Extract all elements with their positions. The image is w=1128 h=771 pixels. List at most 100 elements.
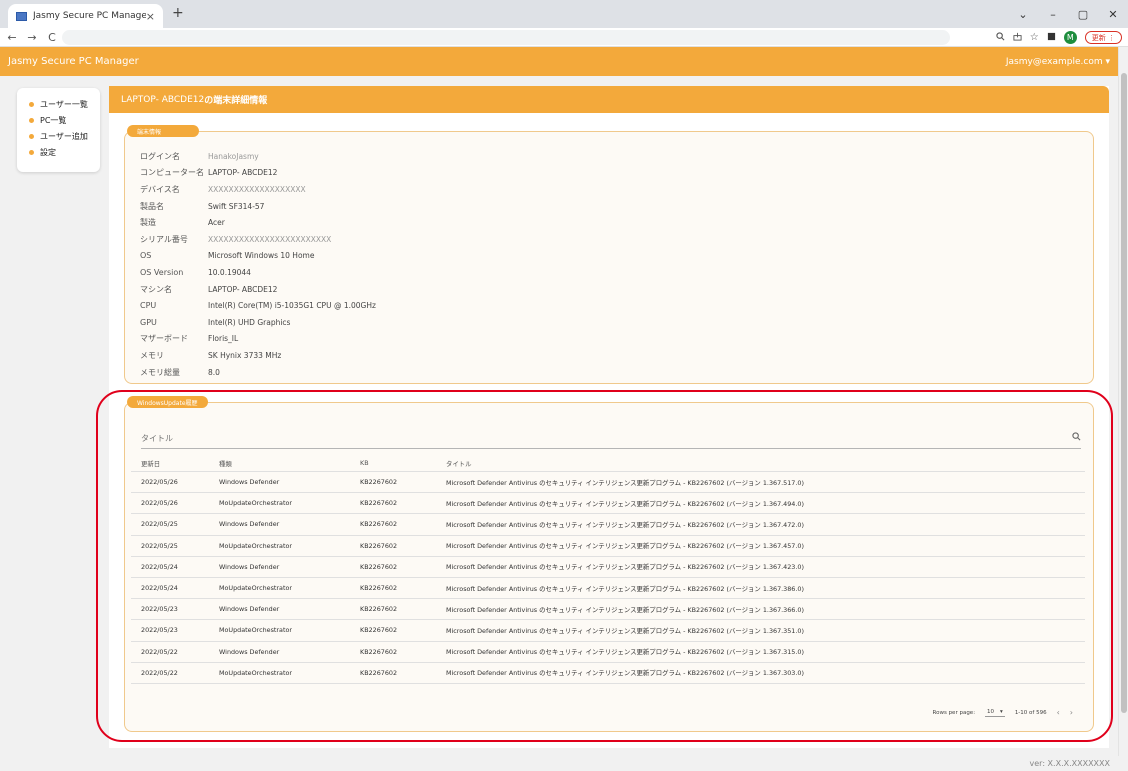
maximize-icon[interactable]: ▢ bbox=[1068, 8, 1098, 21]
table-row: 2022/05/22 MoUpdateOrchestrator KB2267602 M… bbox=[131, 663, 1085, 684]
column-header-type[interactable]: 種類 bbox=[219, 459, 360, 468]
bookmark-star-icon[interactable]: ☆ bbox=[1030, 32, 1039, 43]
address-bar[interactable] bbox=[62, 30, 950, 45]
new-tab-button[interactable]: + bbox=[172, 5, 184, 21]
device-info-list: ログイン名 HanakoJasmy コンピューター名 LAPTOP- ABCDE12… bbox=[140, 148, 376, 380]
chevron-left-icon[interactable]: ‹ bbox=[1057, 708, 1060, 717]
info-row: 製品名 Swift SF314-57 bbox=[140, 198, 376, 215]
info-value: SK Hynix 3733 MHz bbox=[208, 350, 282, 360]
info-value: XXXXXXXXXXXXXXXXXXXXXXXX bbox=[208, 234, 332, 244]
column-header-date[interactable]: 更新日 bbox=[131, 459, 219, 468]
info-key: 製品名 bbox=[140, 201, 164, 211]
user-menu[interactable]: Jasmy@example.com ▾ bbox=[1006, 57, 1110, 67]
back-icon[interactable]: ← bbox=[4, 31, 20, 44]
table-row: 2022/05/25 MoUpdateOrchestrator KB2267602 M… bbox=[131, 536, 1085, 557]
reload-icon[interactable]: C bbox=[44, 31, 60, 44]
column-header-title[interactable]: タイトル bbox=[446, 459, 1085, 468]
sidebar-item-user-list[interactable]: ユーザー一覧 bbox=[29, 96, 100, 112]
info-key: デバイス名 bbox=[140, 184, 180, 194]
cell-date: 2022/05/26 bbox=[141, 499, 178, 508]
info-key: ログイン名 bbox=[140, 151, 180, 161]
cell-kb: KB2267602 bbox=[360, 541, 398, 550]
cell-date: 2022/05/26 bbox=[141, 478, 178, 487]
zoom-icon[interactable] bbox=[996, 31, 1005, 44]
page-scrollbar[interactable] bbox=[1118, 47, 1128, 756]
table-row: 2022/05/26 MoUpdateOrchestrator KB2267602 M… bbox=[131, 493, 1085, 515]
forward-icon[interactable]: → bbox=[24, 31, 40, 44]
search-icon[interactable] bbox=[1072, 432, 1081, 444]
side-panel-icon[interactable] bbox=[1047, 32, 1056, 44]
cell-kb: KB2267602 bbox=[360, 520, 398, 529]
column-header-kb[interactable]: KB bbox=[360, 459, 446, 467]
search-bar bbox=[141, 428, 1081, 449]
info-key: メモリ bbox=[140, 350, 164, 360]
sidebar-item-pc-list[interactable]: PC一覧 bbox=[29, 112, 100, 128]
scrollbar-thumb[interactable] bbox=[1121, 73, 1127, 713]
info-value: Acer bbox=[208, 218, 225, 228]
info-key: シリアル番号 bbox=[140, 234, 188, 244]
sidebar-item-settings[interactable]: 設定 bbox=[29, 144, 100, 160]
minimize-icon[interactable]: – bbox=[1038, 8, 1068, 21]
table-row: 2022/05/26 Windows Defender KB2267602 Micro… bbox=[131, 472, 1085, 494]
rows-per-page-select[interactable]: 10 ▾ bbox=[985, 709, 1005, 717]
cell-date: 2022/05/22 bbox=[141, 668, 178, 677]
main-panel: LAPTOP- ABCDE12 の端末詳細情報 端末情報 ログイン名 Hanako… bbox=[109, 86, 1109, 748]
chevron-right-icon[interactable]: › bbox=[1070, 708, 1073, 717]
cell-kb: KB2267602 bbox=[360, 562, 398, 571]
info-value: HanakoJasmy bbox=[208, 151, 259, 161]
cell-type: Windows Defender bbox=[219, 562, 280, 571]
cell-type: MoUpdateOrchestrator bbox=[219, 541, 293, 550]
cell-title: Microsoft Defender Antivirus のセキュリティ インテ… bbox=[446, 499, 804, 508]
sidebar-item-label: ユーザー一覧 bbox=[40, 99, 88, 109]
device-name: LAPTOP- ABCDE12 bbox=[121, 94, 205, 105]
tab-search-icon[interactable]: ⌄ bbox=[1008, 8, 1038, 21]
info-value: Floris_IL bbox=[208, 334, 239, 344]
title-search-input[interactable] bbox=[141, 433, 1041, 443]
browser-update-button[interactable]: 更新 ⋮ bbox=[1084, 31, 1122, 44]
cell-title: Microsoft Defender Antivirus のセキュリティ インテ… bbox=[446, 584, 804, 593]
cell-kb: KB2267602 bbox=[360, 499, 398, 508]
sidebar: ユーザー一覧 PC一覧 ユーザー追加 設定 bbox=[17, 88, 100, 172]
window-close-icon[interactable]: ✕ bbox=[1098, 8, 1128, 21]
bullet-icon bbox=[29, 117, 34, 123]
share-icon[interactable] bbox=[1013, 32, 1022, 44]
profile-avatar[interactable]: M bbox=[1063, 31, 1077, 44]
windows-update-card: WindowsUpdate履歴 更新日 種類 KB タイトル 2022/05/2… bbox=[124, 396, 1094, 732]
info-key: 製造 bbox=[140, 218, 156, 228]
browser-tab-bar: Jasmy Secure PC Manager × + ⌄ – ▢ ✕ bbox=[0, 0, 1128, 28]
table-row: 2022/05/23 MoUpdateOrchestrator KB2267602 M… bbox=[131, 620, 1085, 642]
browser-tab[interactable]: Jasmy Secure PC Manager × bbox=[8, 4, 163, 28]
bullet-icon bbox=[29, 101, 34, 107]
device-info-label: 端末情報 bbox=[127, 125, 199, 137]
info-key: CPU bbox=[140, 301, 157, 311]
cell-title: Microsoft Defender Antivirus のセキュリティ インテ… bbox=[446, 563, 804, 572]
cell-kb: KB2267602 bbox=[360, 605, 398, 614]
cell-title: Microsoft Defender Antivirus のセキュリティ インテ… bbox=[446, 478, 804, 487]
sidebar-item-add-user[interactable]: ユーザー追加 bbox=[29, 128, 100, 144]
footer: ver: X.X.X.XXXXXXX bbox=[0, 756, 1128, 771]
info-value: 8.0 bbox=[208, 367, 220, 377]
cell-type: MoUpdateOrchestrator bbox=[219, 584, 293, 593]
info-row: デバイス名 XXXXXXXXXXXXXXXXXXX bbox=[140, 181, 376, 198]
info-row: CPU Intel(R) Core(TM) i5-1035G1 CPU @ 1.0… bbox=[140, 297, 376, 314]
info-row: メモリ SK Hynix 3733 MHz bbox=[140, 347, 376, 364]
info-row: シリアル番号 XXXXXXXXXXXXXXXXXXXXXXXX bbox=[140, 231, 376, 248]
browser-toolbar: ← → C ☆ M 更新 ⋮ bbox=[0, 28, 1128, 47]
info-value: 10.0.19044 bbox=[208, 267, 251, 277]
cell-date: 2022/05/22 bbox=[141, 647, 178, 656]
app-favicon-icon bbox=[16, 11, 27, 21]
table-row: 2022/05/22 Windows Defender KB2267602 Micro… bbox=[131, 642, 1085, 663]
rows-per-page-label: Rows per page: bbox=[932, 709, 976, 716]
info-value: LAPTOP- ABCDE12 bbox=[208, 168, 278, 178]
info-value: Intel(R) Core(TM) i5-1035G1 CPU @ 1.00GH… bbox=[208, 301, 376, 311]
cell-title: Microsoft Defender Antivirus のセキュリティ インテ… bbox=[446, 605, 804, 614]
info-key: マシン名 bbox=[140, 284, 172, 294]
info-key: OS Version bbox=[140, 267, 184, 277]
sidebar-item-label: 設定 bbox=[40, 147, 56, 157]
info-row: ログイン名 HanakoJasmy bbox=[140, 148, 376, 165]
close-tab-icon[interactable]: × bbox=[146, 10, 155, 23]
cell-title: Microsoft Defender Antivirus のセキュリティ インテ… bbox=[446, 542, 804, 551]
cell-date: 2022/05/24 bbox=[141, 562, 178, 571]
info-key: GPU bbox=[140, 317, 157, 327]
cell-date: 2022/05/23 bbox=[141, 626, 178, 635]
